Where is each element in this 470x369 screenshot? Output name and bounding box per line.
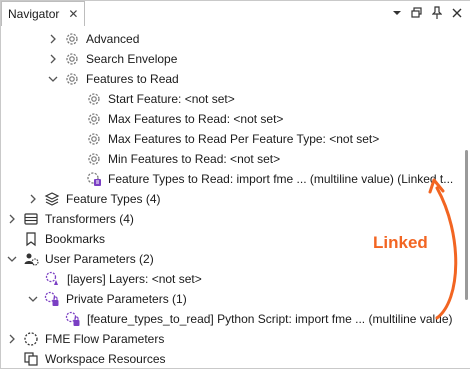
- tab-close-icon[interactable]: ✕: [68, 8, 78, 20]
- tree-item-max-features-to-read[interactable]: Max Features to Read: <not set>: [1, 109, 460, 129]
- chevron-down-icon[interactable]: [48, 69, 58, 89]
- chevron-down-icon[interactable]: [28, 289, 38, 309]
- chevron-right-icon[interactable]: [7, 209, 17, 229]
- bookmark-icon: [23, 231, 39, 247]
- tree-item-label: [layers] Layers: <not set>: [67, 272, 202, 286]
- tree-item-min-features-to-read[interactable]: Min Features to Read: <not set>: [1, 149, 460, 169]
- tree-item-label: Min Features to Read: <not set>: [108, 152, 281, 166]
- tree-item-transformers[interactable]: Transformers (4): [1, 209, 460, 229]
- user-parameters-icon: [23, 251, 39, 267]
- navigator-titlebar: Navigator ✕: [1, 0, 470, 27]
- dropdown-icon[interactable]: [390, 5, 404, 21]
- pin-icon[interactable]: [430, 5, 444, 21]
- navigator-tab[interactable]: Navigator ✕: [1, 1, 85, 26]
- tree-item-feature-types-to-read-parameter[interactable]: [feature_types_to_read] Python Script: i…: [1, 309, 460, 329]
- tree-item-label: FME Flow Parameters: [45, 332, 165, 346]
- layers-icon: [44, 191, 60, 207]
- flow-parameters-icon: [23, 331, 39, 347]
- tree-item-label: Max Features to Read Per Feature Type: <…: [108, 132, 380, 146]
- tree-item-label: Feature Types (4): [66, 192, 161, 206]
- tree-item-label: Bookmarks: [45, 232, 106, 246]
- tree-item-feature-types-to-read[interactable]: Feature Types to Read: import fme ... (m…: [1, 169, 460, 189]
- user-parameter-icon: [45, 271, 61, 287]
- tree-item-start-feature[interactable]: Start Feature: <not set>: [1, 89, 460, 109]
- annotation-label: Linked: [373, 233, 428, 252]
- float-window-icon[interactable]: [410, 5, 424, 21]
- navigator-panel: Navigator ✕ Advanced Search Envelope Fea…: [0, 0, 470, 369]
- tree-item-advanced[interactable]: Advanced: [1, 29, 460, 49]
- gear-icon: [86, 151, 102, 167]
- tree-item-fme-flow-parameters[interactable]: FME Flow Parameters: [1, 329, 460, 349]
- workspace-resources-icon: [23, 351, 39, 367]
- chevron-right-icon[interactable]: [7, 329, 17, 349]
- chevron-right-icon[interactable]: [28, 189, 38, 209]
- tree-item-label: [feature_types_to_read] Python Script: i…: [87, 312, 453, 326]
- chevron-down-icon[interactable]: [7, 249, 17, 269]
- gear-icon: [86, 91, 102, 107]
- tree-item-feature-types[interactable]: Feature Types (4): [1, 189, 460, 209]
- transformers-icon: [23, 211, 39, 227]
- linked-parameter-icon: [86, 171, 102, 187]
- tree-item-label: Private Parameters (1): [66, 292, 187, 306]
- close-icon[interactable]: [450, 5, 464, 21]
- tree-item-label: Feature Types to Read: import fme ... (m…: [108, 172, 454, 186]
- navigator-tree: Advanced Search Envelope Features to Rea…: [1, 26, 460, 368]
- navigator-tab-label: Navigator: [8, 7, 60, 21]
- gear-icon: [86, 111, 102, 127]
- tree-item-label: Workspace Resources: [45, 352, 166, 366]
- gear-icon: [64, 31, 80, 47]
- tree-item-workspace-resources[interactable]: Workspace Resources: [1, 349, 460, 369]
- title-icons: [390, 5, 464, 21]
- chevron-right-icon[interactable]: [48, 49, 58, 69]
- tree-item-search-envelope[interactable]: Search Envelope: [1, 49, 460, 69]
- tree-item-label: User Parameters (2): [45, 252, 154, 266]
- tree-item-layers-parameter[interactable]: [layers] Layers: <not set>: [1, 269, 460, 289]
- private-parameter-icon: [65, 311, 81, 327]
- vertical-scrollbar[interactable]: [465, 150, 468, 300]
- tree-item-max-features-per-type[interactable]: Max Features to Read Per Feature Type: <…: [1, 129, 460, 149]
- gear-icon: [64, 51, 80, 67]
- tree-item-label: Search Envelope: [86, 52, 178, 66]
- tree-item-features-to-read[interactable]: Features to Read: [1, 69, 460, 89]
- chevron-right-icon[interactable]: [48, 29, 58, 49]
- gear-icon: [86, 131, 102, 147]
- tree-item-label: Advanced: [86, 32, 140, 46]
- gear-icon: [64, 71, 80, 87]
- tree-item-label: Transformers (4): [45, 212, 134, 226]
- tree-item-private-parameters[interactable]: Private Parameters (1): [1, 289, 460, 309]
- private-parameter-icon: [44, 291, 60, 307]
- tree-item-label: Max Features to Read: <not set>: [108, 112, 284, 126]
- tree-item-label: Features to Read: [86, 72, 179, 86]
- tree-item-label: Start Feature: <not set>: [108, 92, 235, 106]
